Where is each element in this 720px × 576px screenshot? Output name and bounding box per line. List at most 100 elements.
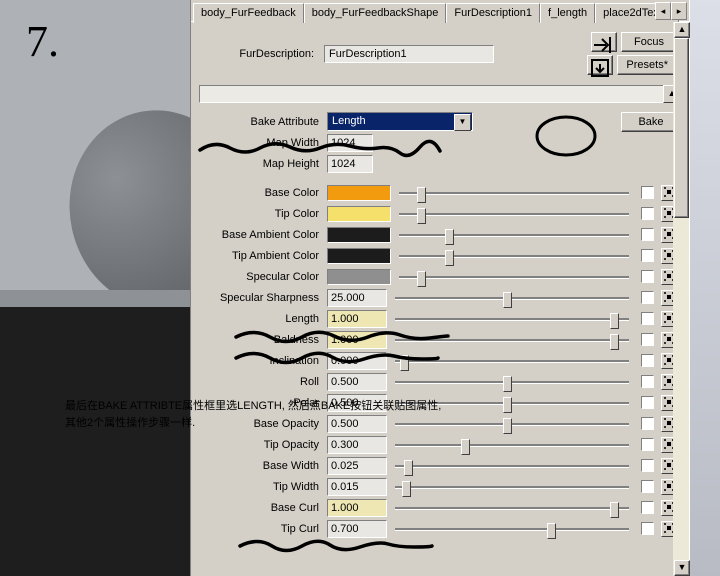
texture-checkbox[interactable] [641, 417, 654, 430]
texture-checkbox[interactable] [641, 459, 654, 472]
attr-value-field[interactable]: 0.300 [327, 436, 387, 454]
fur-description-field[interactable]: FurDescription1 [324, 45, 494, 63]
value-slider[interactable] [395, 374, 629, 390]
attr-value-field[interactable]: 0.025 [327, 457, 387, 475]
step-number: 7. [26, 20, 59, 64]
scroll-down-button[interactable]: ▼ [674, 560, 690, 576]
attr-label: Base Curl [195, 502, 323, 514]
texture-checkbox[interactable] [641, 228, 654, 241]
texture-checkbox[interactable] [641, 312, 654, 325]
scroll-up-button[interactable]: ▲ [674, 22, 690, 38]
row-tip-width: Tip Width0.015 [195, 476, 681, 497]
color-swatch[interactable] [327, 206, 391, 222]
attr-value-field[interactable]: 0.015 [327, 478, 387, 496]
value-slider[interactable] [395, 353, 629, 369]
texture-checkbox[interactable] [641, 438, 654, 451]
texture-checkbox[interactable] [641, 501, 654, 514]
texture-checkbox[interactable] [641, 396, 654, 409]
texture-checkbox[interactable] [641, 186, 654, 199]
fur-description-label: FurDescription: [203, 48, 318, 60]
select-node-button[interactable] [591, 32, 617, 52]
section-collapse-bar[interactable]: ▲ [199, 85, 681, 103]
texture-checkbox[interactable] [641, 354, 654, 367]
attr-value-field[interactable]: 25.000 [327, 289, 387, 307]
map-height-label: Map Height [195, 158, 323, 170]
tab-scroll-right[interactable]: ▸ [671, 2, 687, 20]
value-slider[interactable] [395, 458, 629, 474]
row-inclination: Inclination0.000 [195, 350, 681, 371]
focus-button[interactable]: Focus [621, 32, 677, 52]
texture-checkbox[interactable] [641, 249, 654, 262]
attr-value-field[interactable]: 0.700 [327, 520, 387, 538]
value-slider[interactable] [399, 206, 629, 222]
row-base-width: Base Width 0.025 [195, 455, 681, 476]
row-base-ambient-color: Base Ambient Color [195, 224, 681, 245]
color-swatch[interactable] [327, 248, 391, 264]
value-slider[interactable] [399, 248, 629, 264]
attr-label: Tip Ambient Color [195, 250, 323, 262]
tab-scroll: ◂ ▸ [655, 2, 687, 20]
texture-checkbox[interactable] [641, 270, 654, 283]
value-slider[interactable] [399, 227, 629, 243]
texture-checkbox[interactable] [641, 480, 654, 493]
row-specular-sharpness: Specular Sharpness 25.000 [195, 287, 681, 308]
attr-label: Roll [195, 376, 323, 388]
tab-bar: body_FurFeedback body_FurFeedbackShape F… [191, 0, 689, 22]
attr-value-field[interactable]: 1.000 [327, 499, 387, 517]
attr-value-field[interactable]: 0.000 [327, 352, 387, 370]
row-base-curl: Base Curl 1.000 [195, 497, 681, 518]
tab-body-fur-feedback[interactable]: body_FurFeedback [193, 3, 304, 23]
attr-value-field[interactable]: 0.500 [327, 373, 387, 391]
color-swatch[interactable] [327, 185, 391, 201]
value-slider[interactable] [399, 185, 629, 201]
value-slider[interactable] [395, 437, 629, 453]
row-baldness: Baldness1.000 [195, 329, 681, 350]
scroll-thumb[interactable] [674, 38, 689, 218]
map-width-label: Map Width [195, 137, 323, 149]
texture-checkbox[interactable] [641, 207, 654, 220]
load-preset-button[interactable] [587, 55, 613, 75]
attr-label: Base Width [195, 460, 323, 472]
row-specular-color: Specular Color [195, 266, 681, 287]
row-tip-color: Tip Color [195, 203, 681, 224]
texture-checkbox[interactable] [641, 333, 654, 346]
tab-scroll-left[interactable]: ◂ [655, 2, 671, 20]
texture-checkbox[interactable] [641, 291, 654, 304]
tab-f-length[interactable]: f_length [540, 3, 595, 23]
scrollbar[interactable]: ▲ ▼ [673, 22, 689, 576]
attr-label: Specular Sharpness [195, 292, 323, 304]
attr-label: Base Color [195, 187, 323, 199]
presets-button[interactable]: Presets* [617, 55, 677, 75]
tab-body-fur-feedback-shape[interactable]: body_FurFeedbackShape [304, 3, 447, 23]
mesh-arm [104, 154, 130, 225]
color-swatch[interactable] [327, 269, 391, 285]
value-slider[interactable] [395, 479, 629, 495]
color-swatch[interactable] [327, 227, 391, 243]
bake-button[interactable]: Bake [621, 112, 681, 132]
row-tip-opacity: Tip Opacity0.300 [195, 434, 681, 455]
value-slider[interactable] [395, 521, 629, 537]
attr-value-field[interactable]: 1.000 [327, 310, 387, 328]
map-width-field[interactable]: 1024 [327, 134, 373, 152]
attr-value-field[interactable]: 1.000 [327, 331, 387, 349]
instruction-text: 最后在BAKE ATTRIBTE属性框里选LENGTH, 然后点BAKE按钮关联… [65, 398, 441, 431]
row-roll: Roll 0.500 [195, 371, 681, 392]
mesh-arm [112, 121, 157, 189]
value-slider[interactable] [395, 332, 629, 348]
viewport-background [0, 0, 192, 576]
map-height-field[interactable]: 1024 [327, 155, 373, 173]
header-buttons: Focus Presets* [587, 32, 677, 75]
texture-checkbox[interactable] [641, 375, 654, 388]
row-bake-attribute: Bake Attribute Length Bake [195, 111, 681, 132]
texture-checkbox[interactable] [641, 522, 654, 535]
scroll-track[interactable] [674, 38, 689, 560]
bake-attribute-select[interactable]: Length [327, 112, 473, 131]
tab-fur-description1[interactable]: FurDescription1 [446, 3, 540, 23]
attr-label: Tip Color [195, 208, 323, 220]
attr-label: Specular Color [195, 271, 323, 283]
value-slider[interactable] [395, 290, 629, 306]
row-length: Length1.000 [195, 308, 681, 329]
value-slider[interactable] [395, 500, 629, 516]
value-slider[interactable] [399, 269, 629, 285]
value-slider[interactable] [395, 311, 629, 327]
